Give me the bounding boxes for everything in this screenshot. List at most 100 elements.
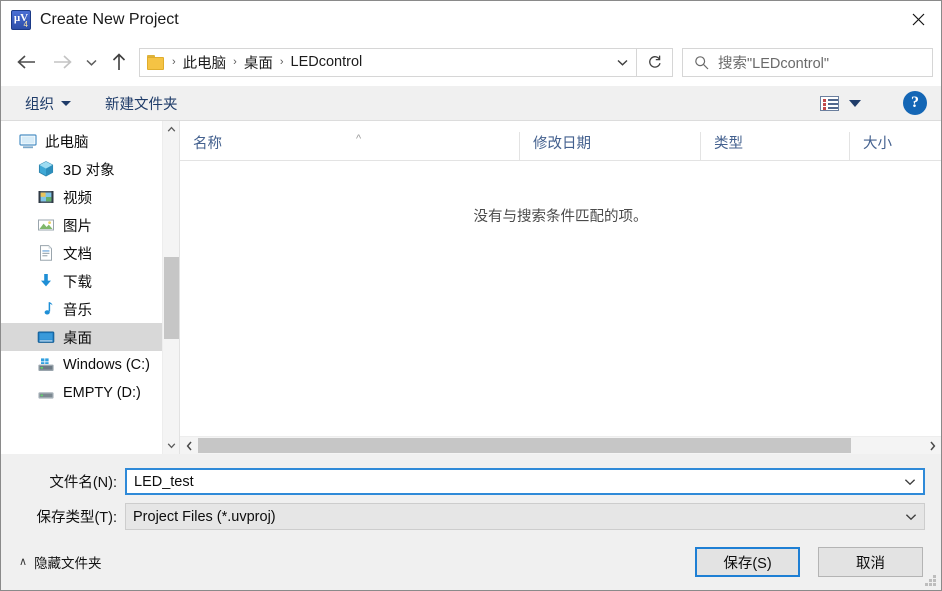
videos-icon [37, 188, 55, 206]
chevron-down-icon [905, 513, 916, 520]
close-button[interactable] [895, 1, 941, 38]
sidebar-item-label: 视频 [63, 190, 92, 207]
view-details-icon [820, 95, 839, 111]
sidebar-item-label: 音乐 [63, 302, 92, 319]
3d-objects-icon [37, 160, 55, 178]
back-button[interactable] [7, 45, 45, 79]
chevron-down-icon [61, 100, 71, 106]
filetype-row: 保存类型(T): Project Files (*.uvproj) [1, 499, 941, 534]
hscroll-right-button[interactable] [923, 437, 941, 455]
uvision-icon: µV 4 [11, 9, 31, 30]
documents-icon [37, 244, 55, 262]
recent-locations-button[interactable] [79, 45, 103, 79]
hscroll-left-button[interactable] [180, 437, 198, 455]
sidebar-scroll-up-button[interactable] [163, 121, 179, 138]
cancel-label: 取消 [856, 555, 885, 572]
chevron-up-icon [167, 126, 176, 132]
search-placeholder: 搜索"LEDcontrol" [718, 55, 830, 72]
forward-button[interactable] [45, 45, 79, 79]
filetype-dropdown-button[interactable] [897, 504, 924, 529]
hscroll-track[interactable] [198, 437, 923, 455]
column-header-date-modified[interactable]: 修改日期 [519, 132, 700, 160]
column-header-label: 大小 [863, 135, 892, 152]
chevron-down-icon [904, 478, 915, 485]
search-input[interactable]: 搜索"LEDcontrol" [682, 47, 933, 77]
dialog-content: 此电脑 3D 对象 视频 图片 文档 下载 音乐 桌面 Windows (C:)… [1, 121, 941, 454]
breadcrumb-item-0[interactable]: 此电脑 [179, 50, 231, 75]
column-header-size[interactable]: 大小 [849, 132, 923, 160]
filename-value[interactable]: LED_test [127, 474, 896, 490]
toolbar: 组织 新建文件夹 ? [1, 86, 941, 121]
sidebar-item-label: Windows (C:) [63, 357, 151, 373]
breadcrumb-bar[interactable]: › 此电脑 › 桌面 › LEDcontrol [139, 47, 637, 77]
search-icon [695, 55, 709, 69]
chevron-right-icon [929, 441, 935, 450]
downloads-icon [37, 272, 55, 290]
create-new-project-dialog: µV 4 Create New Project › 此电脑 › 桌面 › LED… [0, 0, 942, 591]
column-header-label: 修改日期 [533, 135, 591, 152]
sidebar-item-windows-c[interactable]: Windows (C:) [1, 351, 179, 379]
view-mode-button[interactable] [816, 95, 865, 111]
breadcrumb-item-2[interactable]: LEDcontrol [287, 52, 367, 72]
sidebar-item-label: EMPTY (D:) [63, 385, 141, 401]
chevron-left-icon [186, 441, 192, 450]
refresh-button[interactable] [637, 47, 673, 77]
chevron-down-icon [85, 59, 97, 66]
sidebar-item-this-pc[interactable]: 此电脑 [1, 127, 179, 155]
filename-label: 文件名(N): [49, 475, 117, 491]
column-header-name[interactable]: ^ 名称 [180, 132, 519, 160]
file-list-pane: ^ 名称 修改日期 类型 大小 没有与搜索条件匹配的项。 [180, 121, 941, 454]
breadcrumb: › 此电脑 › 桌面 › LEDcontrol [169, 50, 608, 75]
filetype-value: Project Files (*.uvproj) [133, 508, 276, 525]
cancel-button[interactable]: 取消 [818, 547, 923, 577]
column-header-label: 类型 [714, 135, 743, 152]
sidebar-item-label: 文档 [63, 246, 92, 263]
filename-input[interactable]: LED_test [125, 468, 925, 495]
organize-button[interactable]: 组织 [19, 86, 77, 120]
filetype-label: 保存类型(T): [36, 510, 117, 526]
arrow-up-icon [112, 53, 126, 70]
pictures-icon [37, 216, 55, 234]
filetype-select[interactable]: Project Files (*.uvproj) [125, 503, 925, 530]
new-folder-label: 新建文件夹 [105, 96, 178, 113]
new-folder-button[interactable]: 新建文件夹 [99, 86, 184, 120]
filename-dropdown-button[interactable] [896, 470, 923, 493]
refresh-icon [648, 55, 661, 68]
sidebar-item-pictures[interactable]: 图片 [1, 211, 179, 239]
file-list[interactable]: 没有与搜索条件匹配的项。 [180, 161, 941, 436]
hscroll-thumb[interactable] [198, 437, 851, 453]
navigation-bar: › 此电脑 › 桌面 › LEDcontrol 搜索"LEDcontrol" [1, 38, 941, 86]
dialog-footer: 文件名(N): LED_test 保存类型(T): Project Files … [1, 454, 941, 590]
empty-list-message: 没有与搜索条件匹配的项。 [473, 209, 648, 225]
sidebar-item-music[interactable]: 音乐 [1, 295, 179, 323]
sidebar-item-videos[interactable]: 视频 [1, 183, 179, 211]
caret-up-icon: ^ [356, 133, 362, 145]
sidebar-item-desktop[interactable]: 桌面 [1, 323, 179, 351]
file-list-horizontal-scrollbar[interactable] [180, 436, 941, 454]
sidebar-item-documents[interactable]: 文档 [1, 239, 179, 267]
sidebar-item-downloads[interactable]: 下载 [1, 267, 179, 295]
up-button[interactable] [103, 45, 135, 79]
folder-icon [147, 54, 165, 70]
chevron-down-icon [167, 443, 176, 449]
sidebar-scroll-down-button[interactable] [163, 437, 179, 454]
sidebar-item-empty-d[interactable]: EMPTY (D:) [1, 379, 179, 407]
help-button[interactable]: ? [903, 91, 927, 115]
os-drive-icon [37, 356, 55, 374]
save-button[interactable]: 保存(S) [695, 547, 800, 577]
breadcrumb-dropdown-button[interactable] [608, 49, 636, 76]
sidebar-tree: 此电脑 3D 对象 视频 图片 文档 下载 音乐 桌面 Windows (C:)… [1, 121, 179, 407]
organize-label: 组织 [25, 96, 54, 113]
column-header-type[interactable]: 类型 [700, 132, 849, 160]
titlebar: µV 4 Create New Project [1, 1, 941, 38]
chevron-down-icon [617, 59, 627, 66]
sidebar-item-label: 下载 [63, 274, 92, 291]
hide-folders-toggle[interactable]: ∧ 隐藏文件夹 [19, 552, 102, 572]
hide-folders-label: 隐藏文件夹 [34, 556, 102, 571]
sidebar-item-3d-objects[interactable]: 3D 对象 [1, 155, 179, 183]
resize-grip-icon[interactable] [924, 574, 936, 586]
sidebar-scrollbar[interactable] [162, 121, 179, 454]
breadcrumb-item-1[interactable]: 桌面 [240, 50, 277, 75]
this-pc-icon [19, 132, 37, 150]
sidebar-scroll-thumb[interactable] [164, 257, 179, 339]
